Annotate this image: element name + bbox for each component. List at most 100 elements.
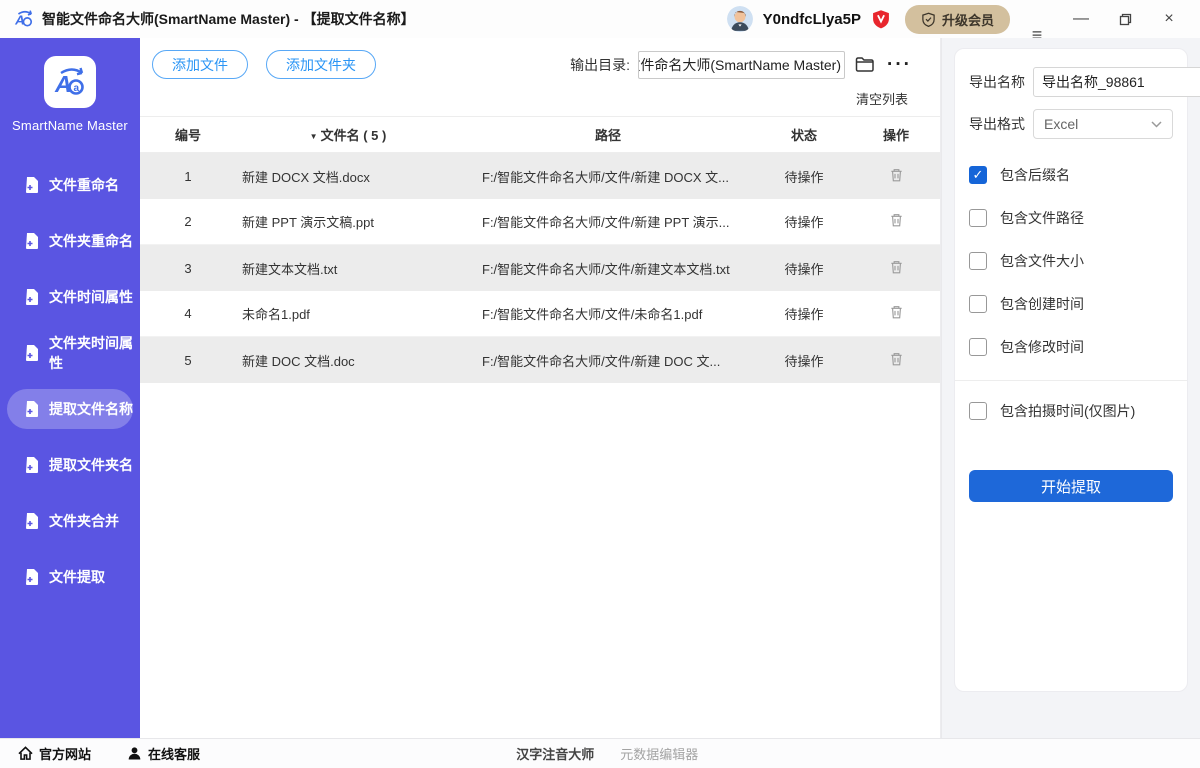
close-icon[interactable]: × (1152, 6, 1186, 32)
checkbox-icon: ✓ (969, 252, 987, 270)
delete-row-icon[interactable] (889, 304, 904, 323)
minimize-icon[interactable]: — (1064, 6, 1098, 32)
delete-row-icon[interactable] (889, 351, 904, 370)
document-icon (25, 177, 39, 193)
document-icon (25, 345, 39, 361)
delete-row-icon[interactable] (889, 259, 904, 278)
header-action: 操作 (852, 125, 940, 144)
row-filename: 新建 DOCX 文档.docx (236, 167, 460, 186)
export-name-input[interactable] (1033, 67, 1200, 97)
table-row[interactable]: 4 未命名1.pdf F:/智能文件命名大师/文件/未命名1.pdf 待操作 (140, 291, 940, 337)
delete-row-icon[interactable] (889, 212, 904, 231)
username[interactable]: Y0ndfcLlya5P (763, 11, 861, 28)
row-status: 待操作 (756, 212, 852, 231)
toolbar: 添加文件 添加文件夹 输出目录: 智能文件命名大师(SmartName Mast… (140, 38, 940, 79)
export-format-select[interactable]: Excel (1033, 109, 1173, 139)
title-bar: A 智能文件命名大师(SmartName Master) - 【提取文件名称】 … (0, 0, 1200, 38)
window-title: 智能文件命名大师(SmartName Master) - 【提取文件名称】 (42, 9, 415, 29)
row-status: 待操作 (756, 259, 852, 278)
row-path: F:/智能文件命名大师/文件/新建文本文档.txt (460, 259, 756, 278)
checkbox-icon: ✓ (969, 209, 987, 227)
add-file-button[interactable]: 添加文件 (152, 50, 248, 79)
app-name: SmartName Master (12, 118, 128, 133)
row-path: F:/智能文件命名大师/文件/新建 DOCX 文... (460, 167, 756, 186)
upgrade-label: 升级会员 (942, 10, 994, 29)
header-filename[interactable]: ▼文件名 ( 5 ) (236, 125, 460, 144)
checkbox-icon: ✓ (969, 295, 987, 313)
sidebar-logo: A a SmartName Master (0, 56, 140, 133)
document-icon (25, 289, 39, 305)
user-avatar[interactable] (727, 6, 753, 32)
row-no: 2 (140, 214, 236, 229)
output-directory-input[interactable]: 智能文件命名大师(SmartName Master) (638, 51, 845, 79)
document-icon (25, 513, 39, 529)
checkbox-include-extension[interactable]: ✓ 包含后缀名 (969, 165, 1173, 185)
sidebar-item-label: 文件重命名 (49, 175, 119, 195)
checkbox-icon: ✓ (969, 338, 987, 356)
row-path: F:/智能文件命名大师/文件/新建 DOC 文... (460, 351, 756, 370)
shield-check-icon (921, 12, 936, 27)
official-website-link[interactable]: 官方网站 (18, 744, 91, 763)
sidebar-item-extract-folder-name[interactable]: 提取文件夹名 (7, 445, 133, 485)
upgrade-membership-button[interactable]: 升级会员 (905, 5, 1010, 34)
vip-badge-icon (871, 9, 891, 29)
export-card: 导出名称 导出格式 Excel ✓ 包含后缀名 ✓ (954, 48, 1188, 692)
table-row[interactable]: 2 新建 PPT 演示文稿.ppt F:/智能文件命名大师/文件/新建 PPT … (140, 199, 940, 245)
home-icon (18, 746, 33, 761)
add-folder-button[interactable]: 添加文件夹 (266, 50, 376, 79)
table-row[interactable]: 5 新建 DOC 文档.doc F:/智能文件命名大师/文件/新建 DOC 文.… (140, 337, 940, 383)
row-status: 待操作 (756, 351, 852, 370)
online-service-link[interactable]: 在线客服 (127, 744, 200, 763)
chevron-down-icon (1151, 121, 1162, 128)
table-row[interactable]: 3 新建文本文档.txt F:/智能文件命名大师/文件/新建文本文档.txt 待… (140, 245, 940, 291)
row-no: 3 (140, 261, 236, 276)
row-path: F:/智能文件命名大师/文件/未命名1.pdf (460, 304, 756, 323)
header-status: 状态 (756, 125, 852, 144)
row-status: 待操作 (756, 304, 852, 323)
app-window: A 智能文件命名大师(SmartName Master) - 【提取文件名称】 … (0, 0, 1200, 768)
sidebar: A a SmartName Master 文件重命名 文件夹重命名 (0, 38, 140, 738)
sidebar-item-folder-rename[interactable]: 文件夹重命名 (7, 221, 133, 261)
checkbox-include-shot-time[interactable]: ✓ 包含拍摄时间(仅图片) (969, 401, 1173, 421)
metadata-editor-link[interactable]: 元数据编辑器 (620, 744, 698, 763)
output-directory-label: 输出目录: (570, 55, 630, 75)
file-table: 编号 ▼文件名 ( 5 ) 路径 状态 操作 1 新建 DOCX 文档.docx… (140, 116, 940, 383)
sidebar-item-folder-merge[interactable]: 文件夹合并 (7, 501, 133, 541)
sidebar-item-label: 提取文件名称 (49, 399, 133, 419)
table-header: 编号 ▼文件名 ( 5 ) 路径 状态 操作 (140, 117, 940, 153)
output-directory-group: 输出目录: 智能文件命名大师(SmartName Master) ··· (570, 51, 914, 79)
output-directory-value: 智能文件命名大师(SmartName Master) (638, 55, 841, 75)
sidebar-item-extract-file-name[interactable]: 提取文件名称 (7, 389, 133, 429)
footer-bar: 官方网站 在线客服 汉字注音大师 元数据编辑器 (0, 738, 1200, 768)
checkbox-include-created-time[interactable]: ✓ 包含创建时间 (969, 294, 1173, 314)
export-panel: 导出名称 导出格式 Excel ✓ 包含后缀名 ✓ (941, 38, 1200, 738)
person-icon (127, 746, 142, 761)
checkbox-include-size[interactable]: ✓ 包含文件大小 (969, 251, 1173, 271)
checkbox-include-modified-time[interactable]: ✓ 包含修改时间 (969, 337, 1173, 357)
table-row[interactable]: 1 新建 DOCX 文档.docx F:/智能文件命名大师/文件/新建 DOCX… (140, 153, 940, 199)
checkbox-include-path[interactable]: ✓ 包含文件路径 (969, 208, 1173, 228)
panel-divider (955, 380, 1187, 381)
header-path: 路径 (460, 125, 756, 144)
sidebar-logo-icon: A a (44, 56, 96, 108)
sidebar-item-label: 文件提取 (49, 567, 105, 587)
document-icon (25, 233, 39, 249)
row-no: 5 (140, 353, 236, 368)
more-options-icon[interactable]: ··· (885, 58, 914, 72)
row-status: 待操作 (756, 167, 852, 186)
maximize-icon[interactable] (1108, 6, 1142, 32)
sidebar-item-file-time[interactable]: 文件时间属性 (7, 277, 133, 317)
delete-row-icon[interactable] (889, 167, 904, 186)
export-format-label: 导出格式 (969, 114, 1033, 134)
row-no: 1 (140, 169, 236, 184)
sidebar-item-file-rename[interactable]: 文件重命名 (7, 165, 133, 205)
row-filename: 新建文本文档.txt (236, 259, 460, 278)
open-folder-icon[interactable] (853, 54, 877, 75)
sidebar-item-label: 文件夹重命名 (49, 231, 133, 251)
sidebar-item-folder-time[interactable]: 文件夹时间属性 (7, 333, 133, 373)
document-icon (25, 569, 39, 585)
clear-list-button[interactable]: 清空列表 (856, 89, 908, 108)
pinyin-master-link[interactable]: 汉字注音大师 (516, 744, 594, 763)
sidebar-item-file-extract[interactable]: 文件提取 (7, 557, 133, 597)
start-extract-button[interactable]: 开始提取 (969, 470, 1173, 502)
